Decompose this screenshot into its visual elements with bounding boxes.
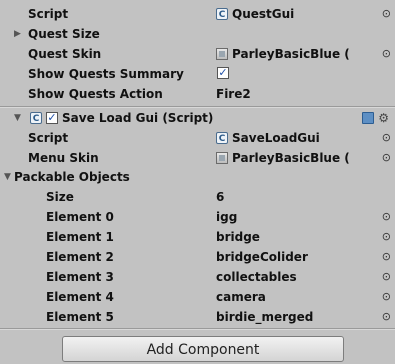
- gear-icon[interactable]: ⚙: [378, 108, 389, 128]
- packable-objects-label: Packable Objects: [14, 170, 130, 184]
- quest-script-row: Script C QuestGui ⊙: [0, 4, 395, 24]
- element-label: Element 3: [46, 270, 114, 284]
- quest-script-field[interactable]: C QuestGui: [216, 4, 294, 24]
- element-field[interactable]: igg: [216, 207, 237, 227]
- component-title: Save Load Gui (Script): [62, 111, 214, 125]
- object-picker-icon[interactable]: ⊙: [382, 44, 391, 64]
- component-divider-highlight: [0, 329, 395, 330]
- quest-skin-label: Quest Skin: [28, 47, 102, 61]
- element-field[interactable]: bridge: [216, 227, 260, 247]
- object-picker-icon[interactable]: ⊙: [382, 128, 391, 148]
- component-header-icons: ⚙: [362, 108, 389, 128]
- component-title-group: C ✓ Save Load Gui (Script): [30, 111, 213, 125]
- help-book-icon[interactable]: [362, 112, 375, 124]
- fold-closed-icon[interactable]: ▶: [14, 24, 21, 44]
- script-icon: C: [30, 112, 42, 124]
- list-item: Element 4 camera ⊙: [0, 287, 395, 307]
- list-item: Element 0 igg ⊙: [0, 207, 395, 227]
- saveload-script-row: Script C SaveLoadGui ⊙: [0, 128, 395, 148]
- fold-open-icon[interactable]: ▼: [14, 108, 21, 128]
- element-field[interactable]: collectables: [216, 267, 297, 287]
- element-field[interactable]: camera: [216, 287, 266, 307]
- quest-skin-row: Quest Skin ParleyBasicBlue ( ⊙: [0, 44, 395, 64]
- size-label: Size: [46, 190, 74, 204]
- quest-size-label: Quest Size: [28, 27, 100, 41]
- script-icon: C: [216, 132, 228, 144]
- element-label: Element 4: [46, 290, 114, 304]
- element-label: Element 0: [46, 210, 114, 224]
- menu-skin-label: Menu Skin: [28, 151, 99, 165]
- quest-skin-field[interactable]: ParleyBasicBlue (: [216, 44, 350, 64]
- list-item: Element 2 bridgeColider ⊙: [0, 247, 395, 267]
- show-action-row: Show Quests Action Fire2: [0, 84, 395, 104]
- list-item: Element 5 birdie_merged ⊙: [0, 307, 395, 327]
- show-summary-checkbox[interactable]: ✓: [217, 67, 229, 79]
- packable-objects-row[interactable]: ▼ Packable Objects: [0, 167, 395, 187]
- saveload-script-value: SaveLoadGui: [232, 131, 320, 145]
- show-summary-row: Show Quests Summary ✓: [0, 64, 395, 84]
- object-picker-icon[interactable]: ⊙: [382, 148, 391, 168]
- object-picker-icon[interactable]: ⊙: [382, 207, 391, 227]
- script-icon: C: [216, 8, 228, 20]
- size-value: 6: [216, 190, 225, 204]
- show-action-field[interactable]: Fire2: [216, 84, 251, 104]
- component-enabled-checkbox[interactable]: ✓: [46, 112, 58, 124]
- size-field[interactable]: 6: [216, 187, 224, 207]
- script-label: Script: [28, 7, 69, 21]
- menu-skin-field[interactable]: ParleyBasicBlue (: [216, 148, 350, 168]
- show-action-value: Fire2: [216, 87, 251, 101]
- fold-open-icon[interactable]: ▼: [4, 167, 11, 187]
- saveload-script-field[interactable]: C SaveLoadGui: [216, 128, 320, 148]
- quest-size-row[interactable]: ▶ Quest Size: [0, 24, 395, 44]
- guiskin-asset-icon: [216, 48, 228, 60]
- element-value: bridgeColider: [216, 250, 308, 264]
- object-picker-icon[interactable]: ⊙: [382, 227, 391, 247]
- object-picker-icon[interactable]: ⊙: [382, 267, 391, 287]
- show-summary-field: ✓: [217, 67, 229, 79]
- guiskin-asset-icon: [216, 152, 228, 164]
- element-value: bridge: [216, 230, 260, 244]
- element-field[interactable]: bridgeColider: [216, 247, 308, 267]
- show-summary-label: Show Quests Summary: [28, 67, 184, 81]
- element-value: camera: [216, 290, 266, 304]
- quest-script-value: QuestGui: [232, 7, 295, 21]
- element-field[interactable]: birdie_merged: [216, 307, 313, 327]
- array-size-row: Size 6: [0, 187, 395, 207]
- show-action-label: Show Quests Action: [28, 87, 163, 101]
- element-label: Element 1: [46, 230, 114, 244]
- element-value: igg: [216, 210, 238, 224]
- element-value: collectables: [216, 270, 297, 284]
- object-picker-icon[interactable]: ⊙: [382, 247, 391, 267]
- element-label: Element 5: [46, 310, 114, 324]
- menu-skin-value: ParleyBasicBlue (: [232, 151, 350, 165]
- list-item: Element 3 collectables ⊙: [0, 267, 395, 287]
- element-label: Element 2: [46, 250, 114, 264]
- save-load-component-header[interactable]: ▼ C ✓ Save Load Gui (Script) ⚙: [0, 108, 395, 128]
- list-item: Element 1 bridge ⊙: [0, 227, 395, 247]
- quest-skin-value: ParleyBasicBlue (: [232, 47, 350, 61]
- element-value: birdie_merged: [216, 310, 314, 324]
- object-picker-icon[interactable]: ⊙: [382, 307, 391, 327]
- add-component-button[interactable]: Add Component: [62, 336, 344, 362]
- object-picker-icon[interactable]: ⊙: [382, 4, 391, 24]
- object-picker-icon[interactable]: ⊙: [382, 287, 391, 307]
- script-label: Script: [28, 131, 69, 145]
- menu-skin-row: Menu Skin ParleyBasicBlue ( ⊙: [0, 148, 395, 168]
